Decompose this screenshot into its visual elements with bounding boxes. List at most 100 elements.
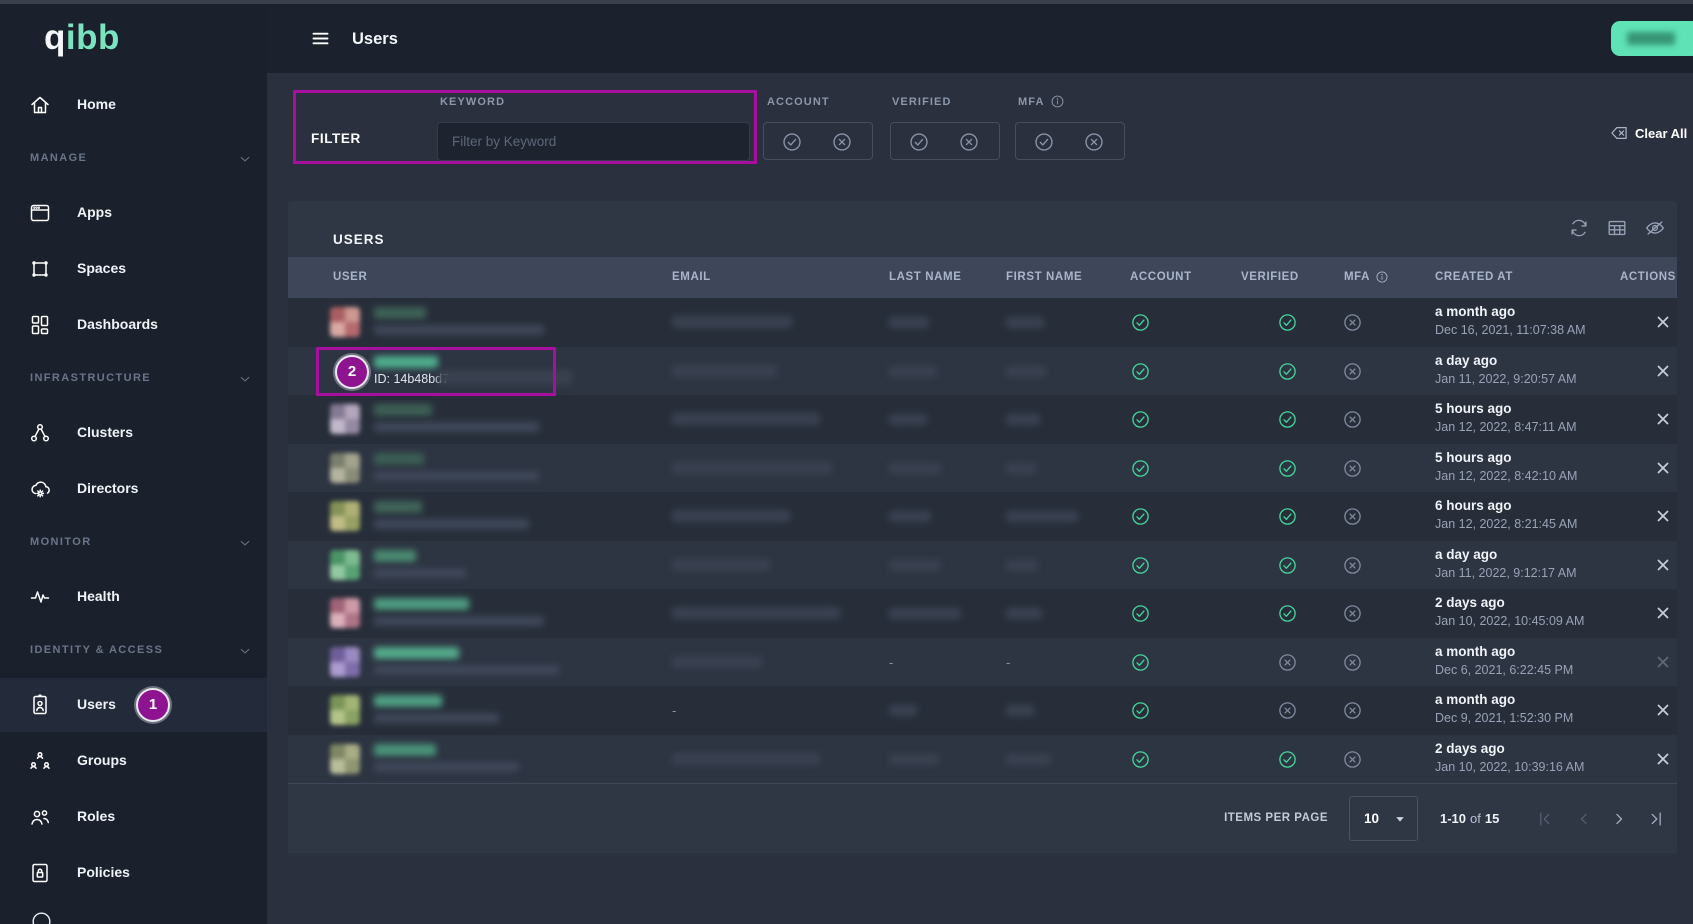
redacted-user-detail	[438, 370, 572, 385]
sidebar-section-identity-access[interactable]: IDENTITY & ACCESS	[0, 636, 267, 666]
created-at-absolute: Jan 12, 2022, 8:21:45 AM	[1435, 517, 1577, 531]
account-yes-check-circle-icon[interactable]	[781, 131, 803, 153]
dashboards-icon	[28, 313, 52, 337]
table-row[interactable]: --a month agoDec 6, 2021, 6:22:45 PM	[288, 638, 1677, 687]
items-per-page-select[interactable]: 10	[1349, 796, 1418, 841]
sidebar-item-users[interactable]: Users	[0, 678, 267, 732]
apps-icon	[28, 201, 52, 225]
redacted-last-name	[889, 463, 941, 474]
mfa-column-info-icon[interactable]	[1375, 270, 1389, 284]
first-page-icon[interactable]	[1535, 809, 1555, 829]
sidebar-section-infrastructure[interactable]: INFRASTRUCTURE	[0, 364, 267, 394]
policies-icon	[28, 861, 52, 885]
sidebar-item-groups[interactable]: Groups	[0, 734, 267, 788]
sidebar-item-dashboards[interactable]: Dashboards	[0, 298, 267, 352]
table-row[interactable]: a day agoJan 11, 2022, 9:12:17 AM	[288, 541, 1677, 590]
sidebar-section-manage[interactable]: MANAGE	[0, 144, 267, 174]
redacted-last-name	[889, 317, 929, 328]
verified-yes-check-circle-icon[interactable]	[908, 131, 930, 153]
table-row[interactable]: -a month agoDec 9, 2021, 1:52:30 PM	[288, 686, 1677, 735]
sidebar-item-clusters[interactable]: Clusters	[0, 406, 267, 460]
table-row[interactable]: 2 days agoJan 10, 2022, 10:39:16 AM	[288, 735, 1677, 784]
sidebar-section-monitor[interactable]: MONITOR	[0, 528, 267, 558]
health-icon	[28, 585, 52, 609]
delete-user-icon[interactable]	[1654, 313, 1672, 331]
delete-user-icon[interactable]	[1654, 750, 1672, 768]
redacted-user-subtext	[374, 471, 539, 481]
last-name-empty-value: -	[889, 655, 893, 670]
redacted-email	[672, 413, 820, 425]
users-panel-title: USERS	[333, 232, 385, 247]
hamburger-menu-icon[interactable]	[310, 28, 331, 49]
logo-text: q	[44, 18, 66, 57]
redacted-last-name	[889, 560, 941, 571]
delete-user-icon[interactable]	[1654, 604, 1672, 622]
next-page-icon[interactable]	[1609, 809, 1629, 829]
sidebar-item-spaces[interactable]: Spaces	[0, 242, 267, 296]
account-no-x-circle-icon[interactable]	[831, 131, 853, 153]
redacted-first-name	[1006, 511, 1078, 522]
table-row[interactable]: 5 hours agoJan 12, 2022, 8:47:11 AM	[288, 395, 1677, 444]
redacted-user-subtext	[374, 713, 499, 723]
sidebar-item-home[interactable]: Home	[0, 78, 267, 132]
delete-user-icon[interactable]	[1654, 410, 1672, 428]
redacted-user-subtext	[374, 762, 519, 772]
verified-filter-label: VERIFIED	[892, 96, 952, 108]
sidebar-item-label: Policies	[77, 864, 130, 880]
redacted-user-subtext	[374, 568, 466, 578]
mfa-status-cross-icon	[1342, 749, 1363, 770]
redacted-button-label	[1627, 32, 1675, 45]
account-status-check-icon	[1130, 652, 1151, 673]
chevron-down-icon	[236, 642, 254, 660]
delete-user-icon[interactable]	[1654, 653, 1672, 671]
delete-user-icon[interactable]	[1654, 556, 1672, 574]
sidebar-item-health[interactable]: Health	[0, 570, 267, 624]
delete-user-icon[interactable]	[1654, 701, 1672, 719]
sidebar-item-apps[interactable]: Apps	[0, 186, 267, 240]
created-at-relative: a day ago	[1435, 547, 1497, 562]
account-status-check-icon	[1130, 700, 1151, 721]
table-row[interactable]: 5 hours agoJan 12, 2022, 8:42:10 AM	[288, 444, 1677, 493]
mfa-status-cross-icon	[1342, 506, 1363, 527]
keyword-label: KEYWORD	[440, 96, 505, 108]
table-row[interactable]: 2 days agoJan 10, 2022, 10:45:09 AM	[288, 589, 1677, 638]
avatar	[330, 647, 360, 677]
sidebar-item-directors[interactable]: Directors	[0, 462, 267, 516]
mfa-status-cross-icon	[1342, 458, 1363, 479]
mfa-status-cross-icon	[1342, 555, 1363, 576]
verified-no-x-circle-icon[interactable]	[958, 131, 980, 153]
account-status-check-icon	[1130, 458, 1151, 479]
refresh-icon[interactable]	[1568, 217, 1590, 239]
sidebar-item-policies[interactable]: Policies	[0, 846, 267, 900]
keyword-input[interactable]	[437, 122, 750, 161]
redacted-user-name	[374, 307, 426, 319]
mfa-info-icon[interactable]	[1050, 94, 1065, 109]
avatar	[330, 307, 360, 337]
redacted-user-name	[374, 550, 416, 562]
redacted-user-subtext	[374, 665, 559, 675]
brand-logo[interactable]: qibb	[44, 18, 120, 58]
table-row[interactable]: ID: 14b48bd7a day agoJan 11, 2022, 9:20:…	[288, 347, 1677, 396]
avatar	[330, 453, 360, 483]
sidebar-item-roles[interactable]: Roles	[0, 790, 267, 844]
filter-bar: FILTER KEYWORD ACCOUNT VERIFIED MFA Clea…	[267, 73, 1693, 185]
redacted-email	[672, 365, 777, 377]
delete-user-icon[interactable]	[1654, 507, 1672, 525]
table-footer: ITEMS PER PAGE 10 1-10of15	[288, 783, 1677, 853]
topbar-action-button[interactable]	[1611, 21, 1693, 56]
sidebar-item-label: Users	[77, 696, 116, 712]
mfa-yes-check-circle-icon[interactable]	[1033, 131, 1055, 153]
table-row[interactable]: a month agoDec 16, 2021, 11:07:38 AM	[288, 298, 1677, 347]
eye-off-icon[interactable]	[1644, 217, 1666, 239]
account-status-check-icon	[1130, 603, 1151, 624]
redacted-email	[672, 559, 770, 571]
sidebar-item-label: Health	[77, 588, 120, 604]
previous-page-icon[interactable]	[1574, 809, 1594, 829]
last-page-icon[interactable]	[1646, 809, 1666, 829]
created-at-absolute: Dec 9, 2021, 1:52:30 PM	[1435, 711, 1573, 725]
table-row[interactable]: 6 hours agoJan 12, 2022, 8:21:45 AM	[288, 492, 1677, 541]
delete-user-icon[interactable]	[1654, 459, 1672, 477]
table-view-icon[interactable]	[1606, 217, 1628, 239]
delete-user-icon[interactable]	[1654, 362, 1672, 380]
mfa-no-x-circle-icon[interactable]	[1083, 131, 1105, 153]
